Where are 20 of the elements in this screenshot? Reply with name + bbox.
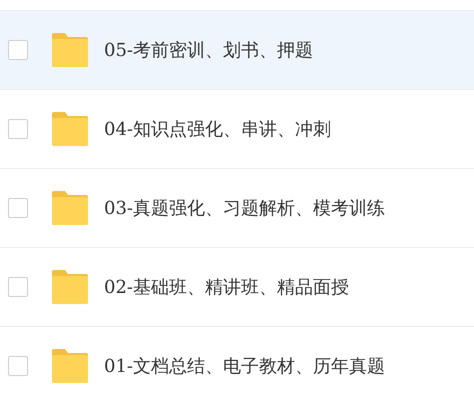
folder-name: 01-文档总结、电子教材、历年真题: [104, 355, 385, 378]
file-row[interactable]: 03-真题强化、习题解析、模考训练: [0, 168, 474, 247]
file-row[interactable]: 05-考前密训、划书、押题: [0, 10, 474, 89]
folder-icon: [52, 349, 88, 383]
file-row[interactable]: 02-基础班、精讲班、精品面授: [0, 247, 474, 326]
folder-icon: [52, 270, 88, 304]
folder-icon: [52, 191, 88, 225]
folder-name: 05-考前密训、划书、押题: [104, 39, 313, 62]
folder-name: 03-真题强化、习题解析、模考训练: [104, 197, 385, 220]
folder-icon: [52, 33, 88, 67]
checkbox[interactable]: [8, 119, 28, 139]
checkbox[interactable]: [8, 40, 28, 60]
file-row[interactable]: 01-文档总结、电子教材、历年真题: [0, 326, 474, 400]
folder-name: 02-基础班、精讲班、精品面授: [104, 276, 349, 299]
folder-icon: [52, 112, 88, 146]
checkbox[interactable]: [8, 277, 28, 297]
file-row[interactable]: 04-知识点强化、串讲、冲刺: [0, 89, 474, 168]
checkbox[interactable]: [8, 198, 28, 218]
checkbox[interactable]: [8, 356, 28, 376]
folder-name: 04-知识点强化、串讲、冲刺: [104, 118, 331, 141]
